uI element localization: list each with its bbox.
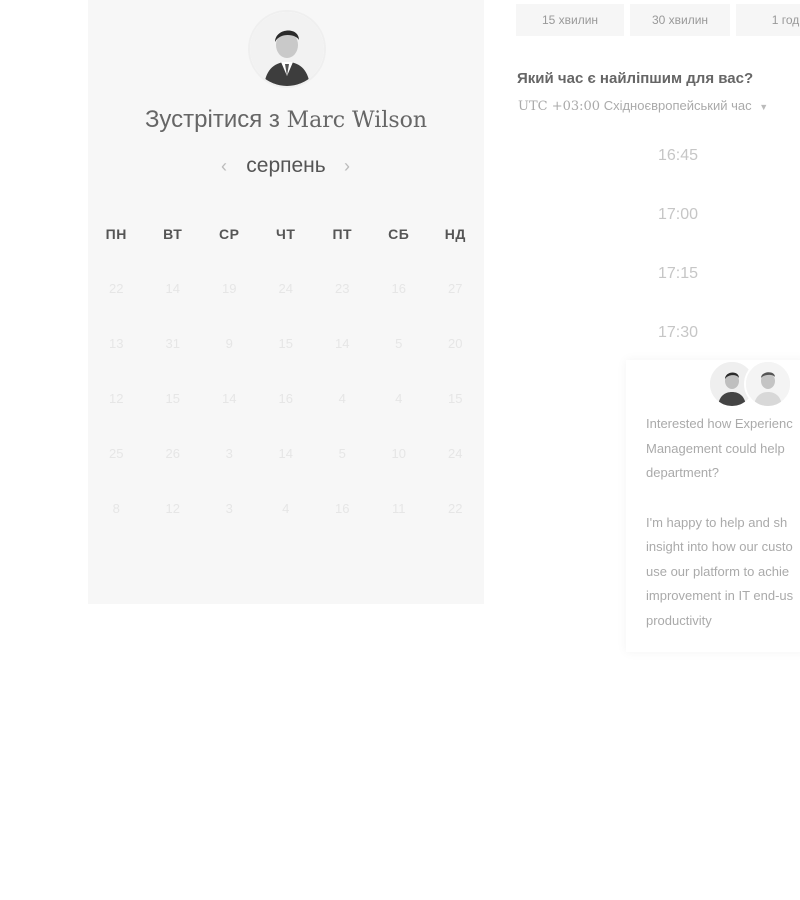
calendar-grid: ПН ВТ СР ЧТ ПТ СБ НД 22 14 19 24 23 16 2… — [88, 206, 484, 536]
duration-tab-60[interactable]: 1 годи — [736, 4, 800, 36]
calendar-day[interactable]: 16 — [314, 501, 371, 516]
calendar-week: 12 15 14 16 4 4 15 — [88, 371, 484, 426]
calendar-day[interactable]: 10 — [371, 446, 428, 461]
calendar-day[interactable]: 3 — [201, 446, 258, 461]
calendar-week: 22 14 19 24 23 16 27 — [88, 261, 484, 316]
info-text: Interested how Experienc Management coul… — [646, 412, 800, 658]
info-line: use our platform to achie — [646, 563, 790, 579]
calendar-day[interactable]: 14 — [314, 336, 371, 351]
timezone-select[interactable]: UTC +03:00 Східноєвропейський час ▼ — [518, 98, 768, 114]
info-line: Interested how Experienc — [646, 416, 793, 431]
meeting-title: Зустрітися з Marc Wilson — [88, 106, 484, 134]
calendar-day[interactable]: 3 — [201, 501, 258, 516]
host-name: Marc Wilson — [286, 108, 428, 133]
time-question: Який час є найліпшим для вас? — [517, 70, 754, 87]
calendar-day[interactable]: 5 — [371, 336, 428, 351]
calendar-day[interactable]: 19 — [201, 281, 258, 296]
calendar-day[interactable]: 31 — [145, 336, 202, 351]
weekday-thu: ЧТ — [276, 225, 296, 242]
person-icon — [746, 362, 790, 406]
calendar-card: Зустрітися з Marc Wilson ‹ серпень › ПН … — [88, 0, 484, 604]
calendar-day[interactable]: 4 — [258, 501, 315, 516]
calendar-day[interactable]: 27 — [427, 281, 484, 296]
calendar-day[interactable]: 15 — [258, 336, 315, 351]
info-line: productivity — [646, 612, 712, 628]
calendar-day[interactable]: 23 — [314, 281, 371, 296]
weekday-wed: СР — [219, 225, 240, 242]
weekday-fri: ПТ — [332, 225, 353, 242]
time-slot[interactable]: 17:30 — [636, 324, 720, 342]
time-slot[interactable]: 16:45 — [636, 147, 720, 165]
calendar-day[interactable]: 15 — [427, 391, 484, 406]
calendar-day[interactable]: 13 — [88, 336, 145, 351]
timezone-name: Східноєвропейський час — [603, 98, 752, 113]
month-label: серпень — [246, 154, 326, 177]
weekday-mon: ПН — [105, 225, 127, 242]
info-line: insight into how our custo — [646, 539, 793, 554]
calendar-day[interactable]: 25 — [88, 446, 145, 461]
info-card: Interested how Experienc Management coul… — [626, 360, 800, 652]
calendar-day[interactable]: 24 — [427, 446, 484, 461]
calendar-day[interactable]: 16 — [258, 391, 315, 406]
calendar-day[interactable]: 4 — [371, 391, 428, 406]
calendar-day[interactable]: 26 — [145, 446, 202, 461]
calendar-day[interactable]: 5 — [314, 446, 371, 461]
duration-tabs: 15 хвилин 30 хвилин 1 годи — [516, 4, 800, 36]
booking-panel: 15 хвилин 30 хвилин 1 годи Який час є на… — [516, 0, 800, 900]
timezone-offset: UTC +03:00 — [518, 99, 601, 114]
calendar-day[interactable]: 14 — [145, 281, 202, 296]
info-paragraph: Interested how Experienc Management coul… — [646, 412, 800, 486]
next-month-button[interactable]: › — [339, 156, 355, 177]
weekday-sat: СБ — [388, 225, 410, 242]
calendar-day[interactable]: 14 — [258, 446, 315, 461]
weekday-sun: НД — [444, 225, 466, 242]
time-slot[interactable]: 17:00 — [636, 206, 720, 224]
info-line: Management could help — [646, 440, 785, 456]
person-icon — [250, 12, 324, 86]
info-line: department? — [646, 465, 719, 480]
calendar-day[interactable]: 16 — [371, 281, 428, 296]
calendar-day[interactable]: 9 — [201, 336, 258, 351]
calendar-day[interactable]: 22 — [88, 281, 145, 296]
time-slot[interactable]: 17:15 — [636, 265, 720, 283]
weekday-header: ПН ВТ СР ЧТ ПТ СБ НД — [88, 206, 484, 261]
info-paragraph: I'm happy to help and sh insight into ho… — [646, 511, 800, 634]
calendar-day[interactable]: 24 — [258, 281, 315, 296]
duration-tab-15[interactable]: 15 хвилин — [516, 4, 624, 36]
calendar-day[interactable]: 4 — [314, 391, 371, 406]
calendar-day[interactable]: 14 — [201, 391, 258, 406]
calendar-day[interactable]: 8 — [88, 501, 145, 516]
calendar-week: 25 26 3 14 5 10 24 — [88, 426, 484, 481]
calendar-day[interactable]: 15 — [145, 391, 202, 406]
calendar-day[interactable]: 22 — [427, 501, 484, 516]
info-line: improvement in IT end-us — [646, 588, 794, 603]
calendar-day[interactable]: 11 — [371, 501, 428, 516]
calendar-day[interactable]: 20 — [427, 336, 484, 351]
weekday-tue: ВТ — [163, 225, 183, 242]
calendar-day[interactable]: 12 — [88, 391, 145, 406]
calendar-week: 13 31 9 15 14 5 20 — [88, 316, 484, 371]
host-avatar — [248, 10, 326, 88]
meeting-title-prefix: Зустрітися з — [144, 106, 280, 133]
calendar-day[interactable]: 12 — [145, 501, 202, 516]
info-line: I'm happy to help and sh — [646, 514, 788, 530]
calendar-week: 8 12 3 4 16 11 22 — [88, 481, 484, 536]
caret-down-icon: ▼ — [759, 102, 769, 112]
duration-tab-30[interactable]: 30 хвилин — [630, 4, 730, 36]
team-avatar — [744, 360, 792, 408]
